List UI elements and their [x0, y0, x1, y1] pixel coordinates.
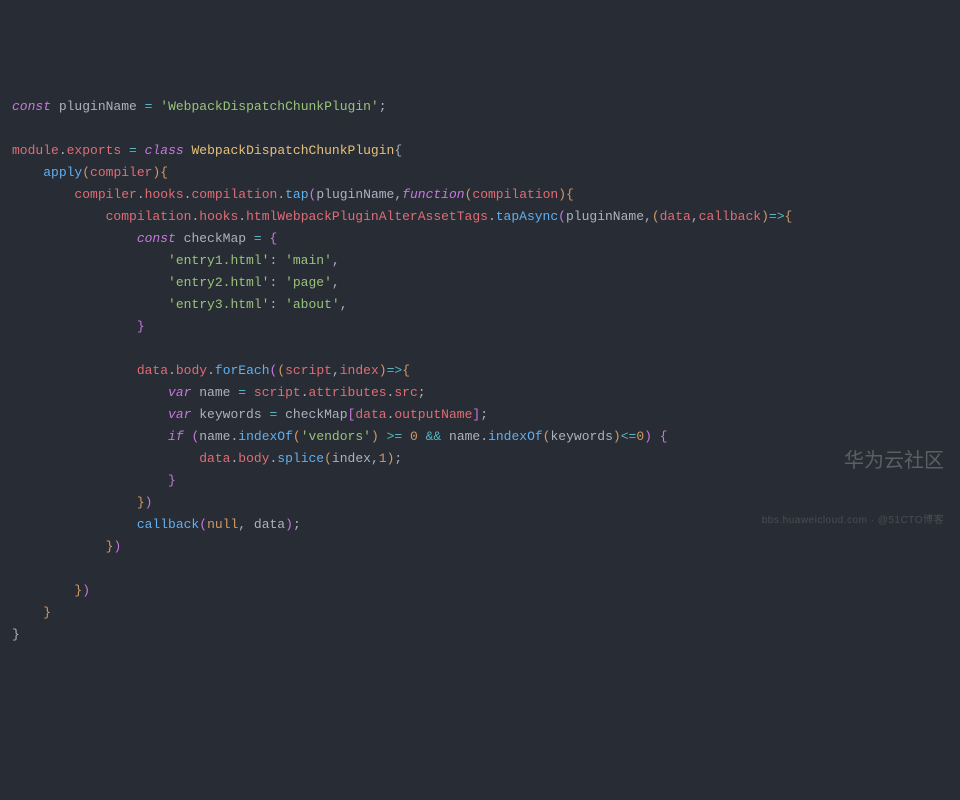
kw-const: const [12, 99, 51, 114]
kw-class: class [145, 143, 184, 158]
var-pluginName: pluginName [59, 99, 137, 114]
class-name: WebpackDispatchChunkPlugin [192, 143, 395, 158]
method-apply: apply [43, 165, 82, 180]
code-block: const pluginName = 'WebpackDispatchChunk… [12, 96, 960, 646]
id-module: module [12, 143, 59, 158]
id-exports: exports [67, 143, 122, 158]
str-pluginName: 'WebpackDispatchChunkPlugin' [160, 99, 378, 114]
